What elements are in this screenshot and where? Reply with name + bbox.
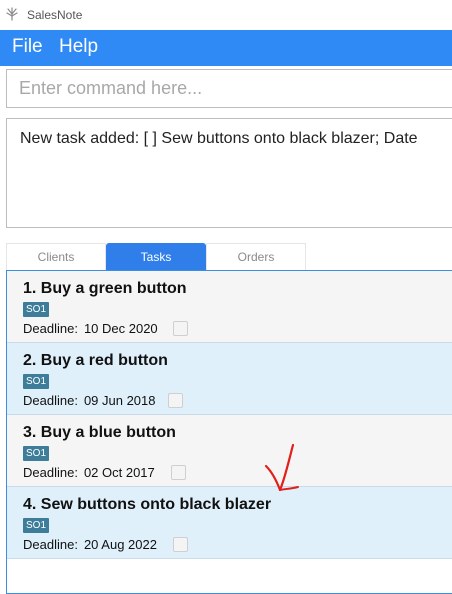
task-title: 1. Buy a green button [23,280,187,297]
task-title: 2. Buy a red button [23,352,168,369]
tab-tasks[interactable]: Tasks [106,243,206,270]
task-tag: SO1 [23,302,50,317]
task-done-checkbox[interactable] [173,537,188,552]
task-card[interactable]: 1. Buy a green button SO1 Deadline: 10 De… [7,271,452,343]
deadline-label: Deadline: [23,537,78,552]
task-deadline: Deadline: 02 Oct 2017 [23,465,155,480]
task-tag: SO1 [23,518,50,533]
task-title: 4. Sew buttons onto black blazer [23,496,272,513]
result-message: New task added: [ ] Sew buttons onto bla… [20,130,418,147]
title-bar: SalesNote [0,0,452,30]
task-done-checkbox[interactable] [171,465,186,480]
task-card[interactable]: 2. Buy a red button SO1 Deadline: 09 Jun … [7,343,452,415]
menu-bar: File Help [0,30,452,66]
tab-bar: Clients Tasks Orders [6,243,306,270]
task-card[interactable]: 4. Sew buttons onto black blazer SO1 Dea… [7,487,452,559]
task-card[interactable]: 3. Buy a blue button SO1 Deadline: 02 Oct… [7,415,452,487]
deadline-label: Deadline: [23,321,78,336]
task-deadline: Deadline: 09 Jun 2018 [23,393,156,408]
app-window: SalesNote File Help New task added: [ ] … [0,0,452,594]
result-display: New task added: [ ] Sew buttons onto bla… [6,118,452,228]
menu-file[interactable]: File [12,36,43,58]
deadline-date: 10 Dec 2020 [83,321,158,336]
deadline-label: Deadline: [23,393,78,408]
task-title: 3. Buy a blue button [23,424,176,441]
task-done-checkbox[interactable] [173,321,188,336]
tab-clients[interactable]: Clients [6,243,106,270]
deadline-date: 20 Aug 2022 [83,537,157,552]
deadline-date: 09 Jun 2018 [83,393,156,408]
tab-orders[interactable]: Orders [206,243,306,270]
window-title: SalesNote [27,8,83,22]
flower-icon [6,7,18,21]
deadline-date: 02 Oct 2017 [83,465,155,480]
task-list: 1. Buy a green button SO1 Deadline: 10 De… [6,270,452,594]
task-deadline: Deadline: 20 Aug 2022 [23,537,157,552]
menu-help[interactable]: Help [59,36,98,58]
task-done-checkbox[interactable] [168,393,183,408]
deadline-label: Deadline: [23,465,78,480]
task-tag: SO1 [23,374,50,389]
command-input[interactable] [6,69,452,108]
task-tag: SO1 [23,446,50,461]
task-deadline: Deadline: 10 Dec 2020 [23,321,158,336]
